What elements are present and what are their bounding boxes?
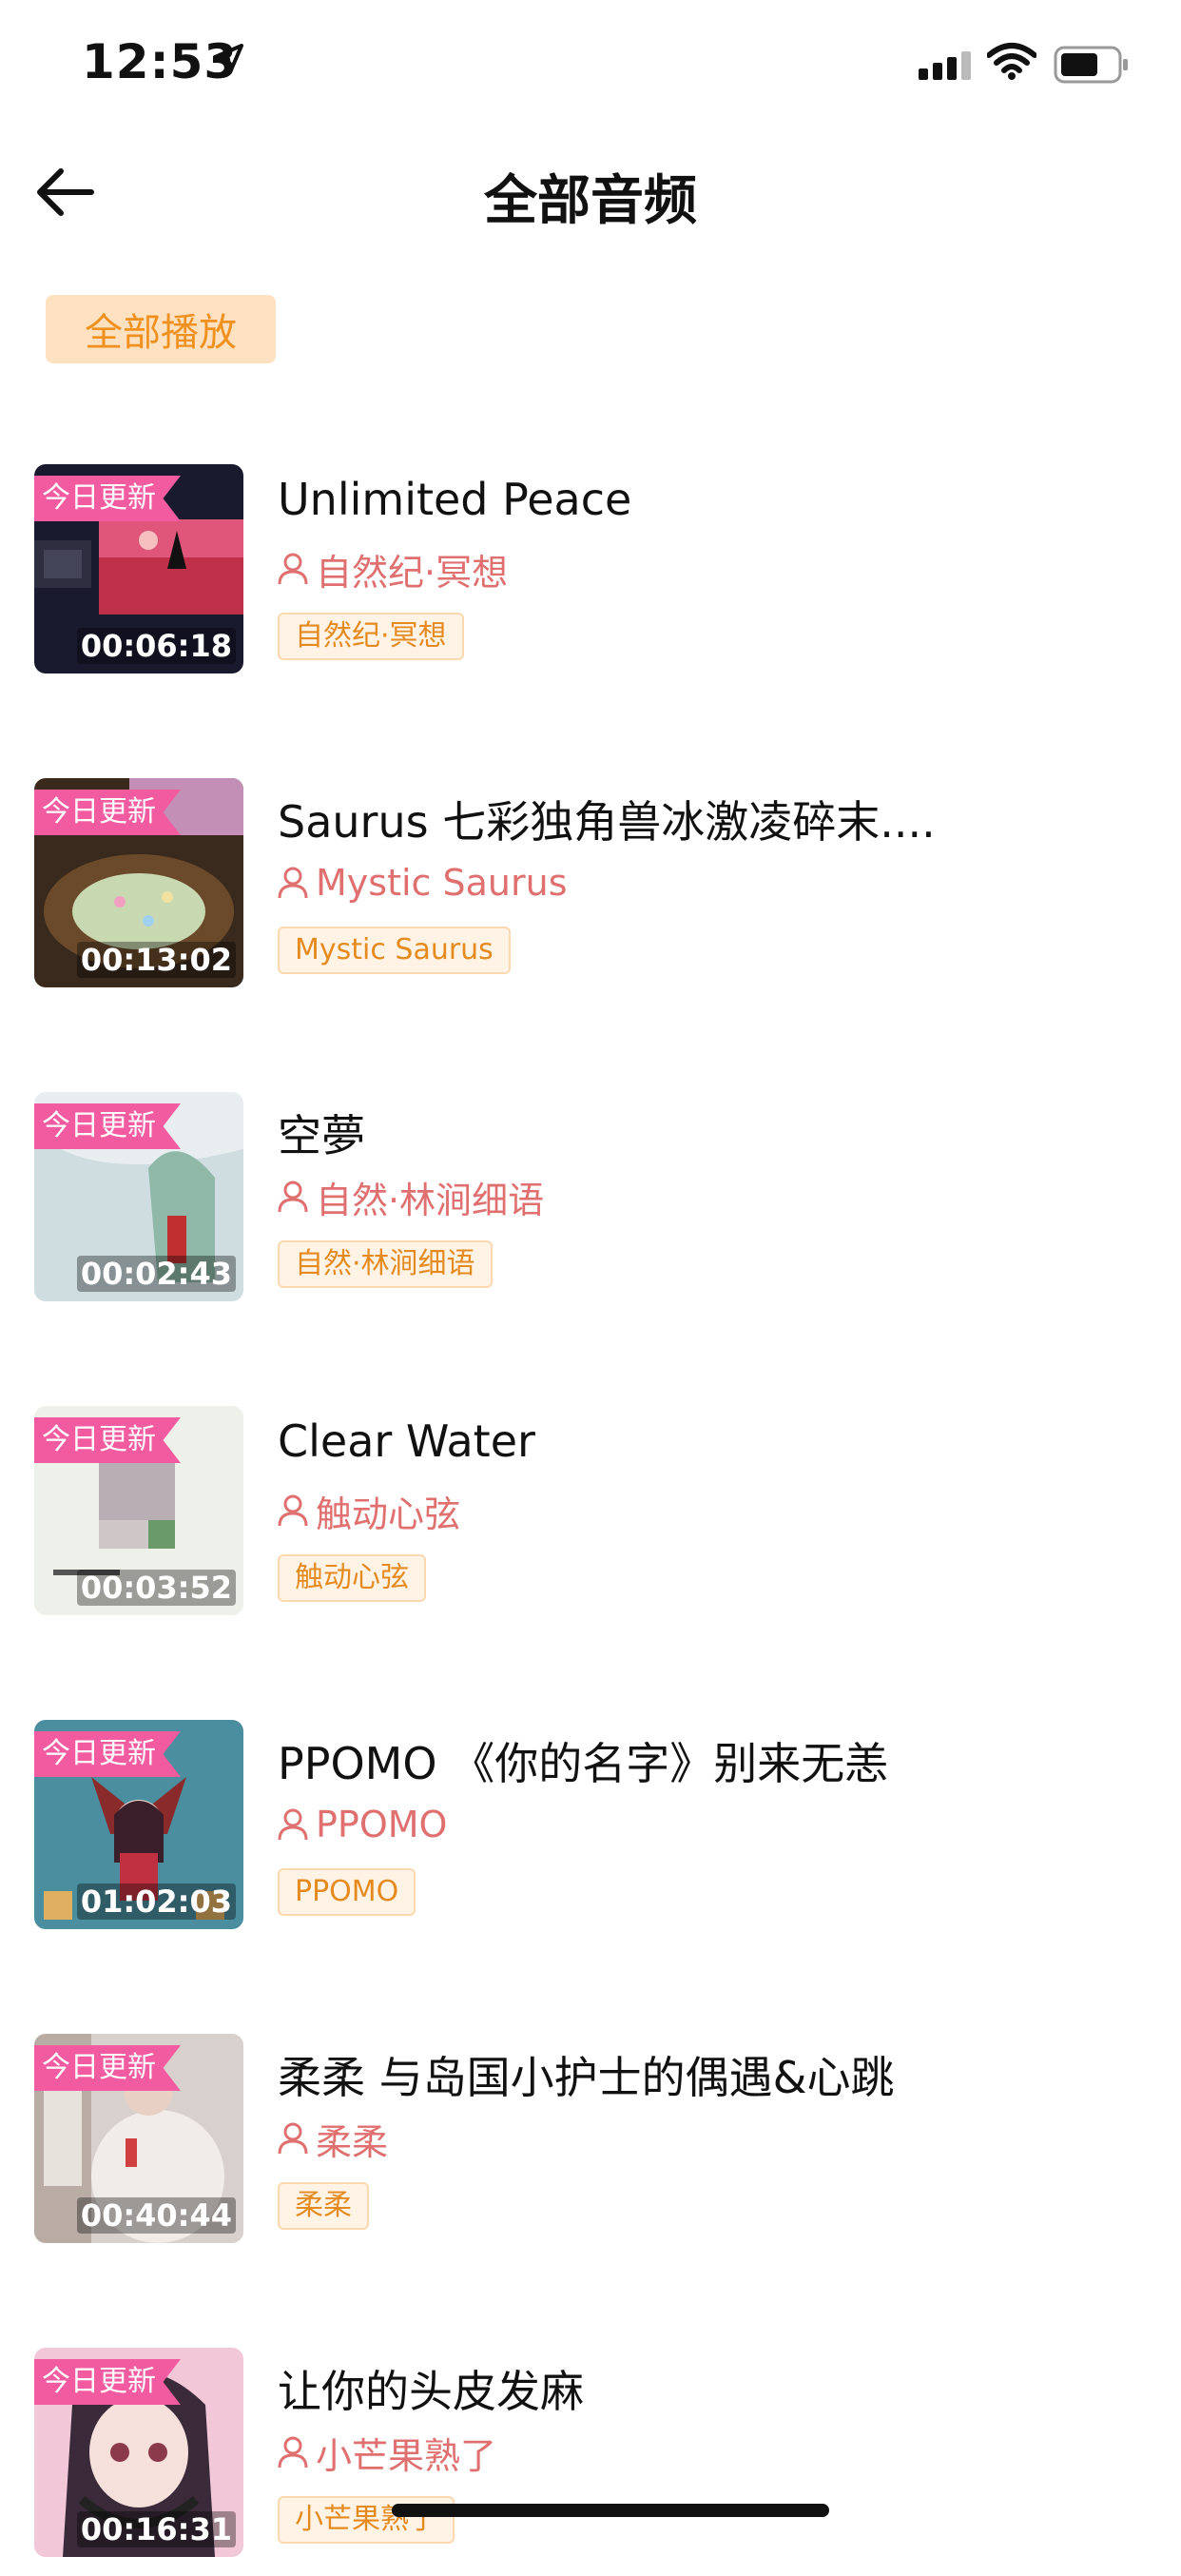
item-title[interactable]: PPOMO 《你的名字》别来无恙 — [278, 1729, 888, 1792]
item-title[interactable]: Clear Water — [278, 1415, 535, 1467]
cover-thumbnail[interactable]: 今日更新 00:06:18 — [34, 464, 243, 673]
author-name: 触动心弦 — [316, 1493, 461, 1535]
user-icon — [278, 867, 308, 899]
battery-icon — [1054, 46, 1128, 84]
author-name: PPOMO — [316, 1804, 448, 1845]
item-title[interactable]: 让你的头皮发麻 — [278, 2357, 584, 2420]
duration-label: 00:13:02 — [76, 942, 236, 978]
category-tag[interactable]: 自然纪·冥想 — [278, 613, 464, 660]
page-title: 全部音频 — [484, 170, 697, 232]
list-item[interactable]: 今日更新 00:02:43 空夢 自然·林涧细语 自然·林涧细语 — [0, 1092, 1181, 1320]
today-update-badge: 今日更新 — [34, 1417, 181, 1463]
navigation-bar: 全部音频 — [0, 143, 1181, 238]
today-update-badge: 今日更新 — [34, 1731, 181, 1777]
duration-label: 00:02:43 — [76, 1256, 236, 1292]
today-update-badge: 今日更新 — [34, 476, 181, 521]
cover-thumbnail[interactable]: 今日更新 00:13:02 — [34, 778, 243, 987]
location-arrow-icon — [213, 44, 243, 74]
author-row[interactable]: 柔柔 — [278, 2116, 388, 2163]
item-title[interactable]: 空夢 — [278, 1102, 365, 1164]
today-update-badge: 今日更新 — [34, 790, 181, 835]
author-name: 柔柔 — [316, 2120, 389, 2163]
category-tag[interactable]: Mystic Saurus — [278, 927, 511, 974]
cellular-signal-icon — [919, 51, 971, 80]
wifi-icon — [987, 43, 1036, 80]
user-icon — [278, 1808, 308, 1841]
cover-thumbnail[interactable]: 今日更新 00:16:31 — [34, 2348, 243, 2557]
user-icon — [278, 2436, 308, 2469]
duration-label: 00:06:18 — [76, 628, 236, 664]
item-title[interactable]: Saurus 七彩独角兽冰激凌碎末.... — [278, 788, 936, 850]
author-row[interactable]: 自然纪·冥想 — [278, 546, 509, 594]
author-row[interactable]: PPOMO — [278, 1802, 447, 1847]
today-update-badge: 今日更新 — [34, 2359, 181, 2405]
author-row[interactable]: Mystic Saurus — [278, 860, 568, 906]
list-item[interactable]: 今日更新 00:16:31 让你的头皮发麻 小芒果熟了 小芒果熟了 — [0, 2348, 1181, 2576]
author-row[interactable]: 自然·林涧细语 — [278, 1174, 545, 1221]
user-icon — [278, 1181, 308, 1213]
author-row[interactable]: 触动心弦 — [278, 1488, 460, 1535]
user-icon — [278, 1494, 308, 1527]
author-row[interactable]: 小芒果熟了 — [278, 2430, 496, 2477]
user-icon — [278, 553, 308, 585]
list-item[interactable]: 今日更新 00:13:02 Saurus 七彩独角兽冰激凌碎末.... Myst… — [0, 778, 1181, 1006]
author-name: 自然纪·冥想 — [316, 551, 509, 594]
cover-thumbnail[interactable]: 今日更新 00:40:44 — [34, 2034, 243, 2243]
list-item[interactable]: 今日更新 00:06:18 Unlimited Peace 自然纪·冥想 自然纪… — [0, 464, 1181, 693]
status-bar: 12:53 — [0, 0, 1181, 126]
duration-label: 00:03:52 — [76, 1570, 236, 1606]
home-indicator[interactable] — [392, 2504, 829, 2517]
list-item[interactable]: 今日更新 00:03:52 Clear Water 触动心弦 触动心弦 — [0, 1406, 1181, 1634]
category-tag[interactable]: 柔柔 — [278, 2182, 369, 2230]
category-tag[interactable]: PPOMO — [278, 1868, 416, 1916]
today-update-badge: 今日更新 — [34, 1103, 181, 1149]
item-title[interactable]: 柔柔 与岛国小护士的偶遇&心跳 — [278, 2043, 895, 2106]
category-tag[interactable]: 自然·林涧细语 — [278, 1240, 493, 1288]
item-title[interactable]: Unlimited Peace — [278, 474, 631, 525]
duration-label: 01:02:03 — [76, 1883, 236, 1920]
duration-label: 00:16:31 — [76, 2511, 236, 2547]
cover-thumbnail[interactable]: 今日更新 01:02:03 — [34, 1720, 243, 1929]
author-name: 小芒果熟了 — [316, 2434, 497, 2477]
cover-thumbnail[interactable]: 今日更新 00:02:43 — [34, 1092, 243, 1301]
play-all-button[interactable]: 全部播放 — [46, 295, 276, 363]
list-item[interactable]: 今日更新 01:02:03 PPOMO 《你的名字》别来无恙 PPOMO PPO… — [0, 1720, 1181, 1948]
duration-label: 00:40:44 — [76, 2197, 236, 2234]
category-tag[interactable]: 触动心弦 — [278, 1554, 426, 1602]
author-name: Mystic Saurus — [316, 862, 568, 904]
author-name: 自然·林涧细语 — [316, 1179, 545, 1221]
list-item[interactable]: 今日更新 00:40:44 柔柔 与岛国小护士的偶遇&心跳 柔柔 柔柔 — [0, 2034, 1181, 2262]
today-update-badge: 今日更新 — [34, 2045, 181, 2091]
cover-thumbnail[interactable]: 今日更新 00:03:52 — [34, 1406, 243, 1615]
user-icon — [278, 2122, 308, 2155]
